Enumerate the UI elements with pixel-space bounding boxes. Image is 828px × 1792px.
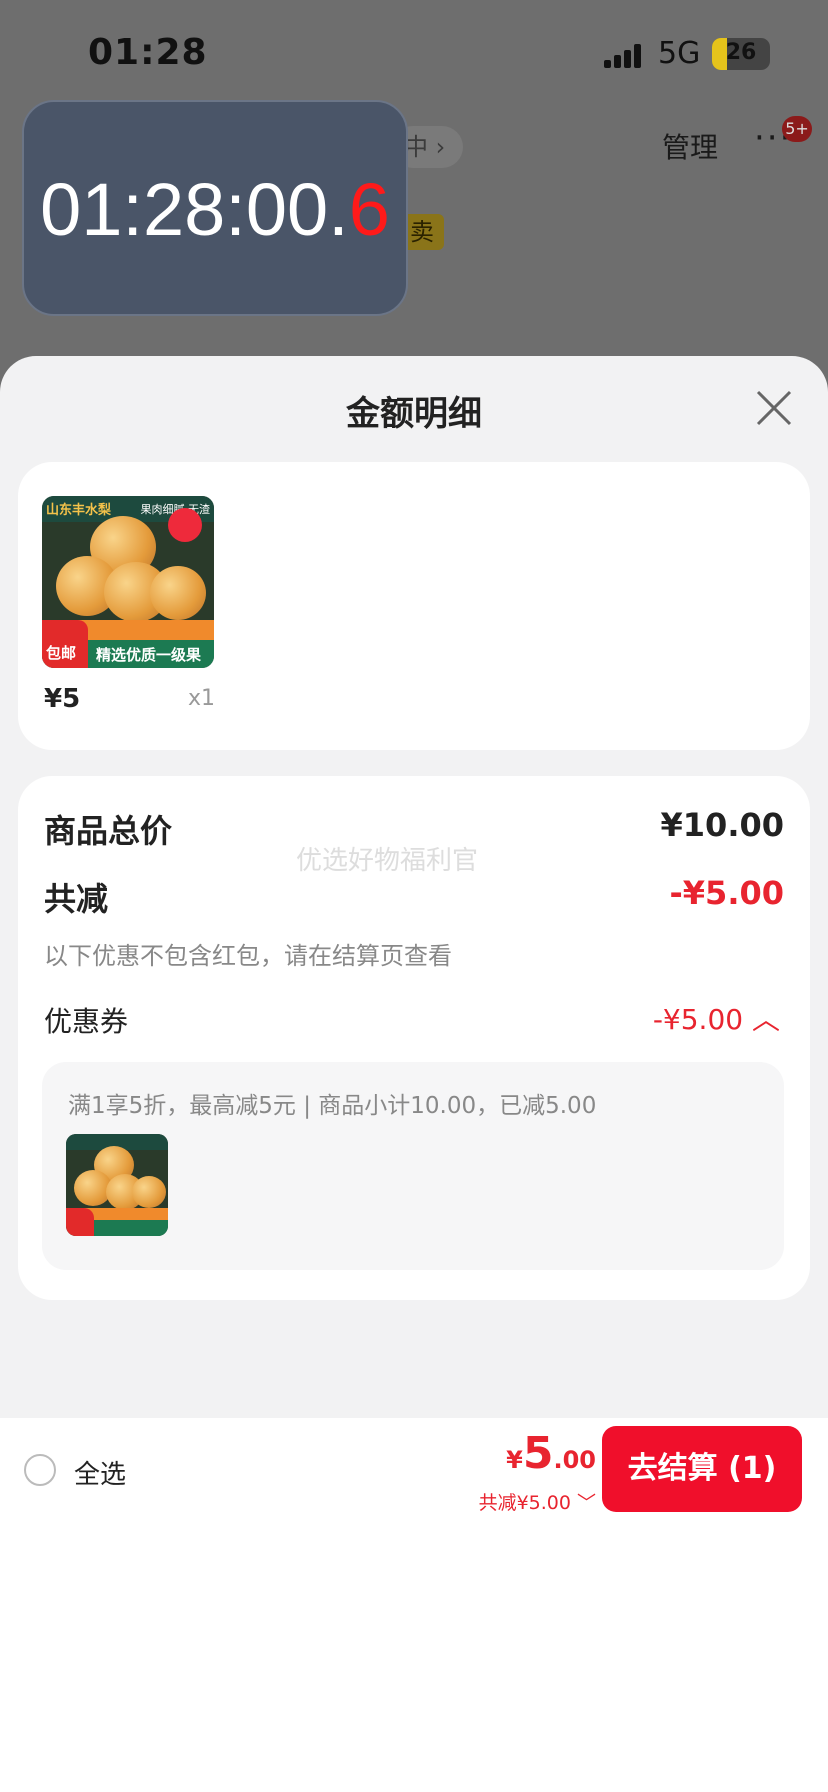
checkout-button[interactable]: 去结算 (1) [602, 1426, 802, 1512]
sheet-title: 金额明细 [346, 394, 482, 434]
total-dec: .00 [553, 1446, 596, 1474]
floating-timer[interactable]: 01:28:00.6 [22, 100, 408, 316]
notification-badge: 5+ [782, 116, 812, 142]
summary-card: 商品总价 ¥10.00 优选好物福利官 共减 -¥5.00 以下优惠不包含红包，… [18, 776, 810, 1300]
checkout-bar: 全选 ¥5.00 共减¥5.00 ﹀ 去结算 (1) [0, 1418, 828, 1524]
item-quantity: x1 [188, 686, 216, 711]
coupon-detail-box: 满1享5折，最高减5元 | 商品小计10.00，已减5.00 [42, 1062, 784, 1270]
select-all-checkbox[interactable] [24, 1454, 56, 1486]
item-price: ¥5 [44, 684, 81, 714]
currency-symbol: ¥ [506, 1446, 523, 1474]
coupon-label: 优惠券 [44, 1005, 129, 1038]
product-image[interactable]: 山东丰水梨 果肉细腻 无渣 精选优质一级果 包邮 [42, 496, 214, 668]
status-time: 01:28 [88, 32, 208, 73]
manage-button[interactable]: 管理 [662, 126, 718, 166]
timer-last-digit: 6 [348, 168, 390, 251]
discount-note: 以下优惠不包含红包，请在结算页查看 [44, 942, 452, 970]
total-price: ¥5.00 [506, 1428, 596, 1479]
home-indicator-area [0, 1524, 828, 1792]
check-badge-icon [168, 508, 202, 542]
total-int: 5 [522, 1428, 554, 1479]
total-label: 商品总价 [44, 812, 173, 850]
reduced-detail-toggle[interactable]: 共减¥5.00 ﹀ [479, 1488, 596, 1515]
reduce-label: 共减 [44, 880, 109, 918]
thumb-top-label: 山东丰水梨 [46, 503, 112, 518]
thumb-badge: 包邮 [46, 644, 77, 662]
select-all-label[interactable]: 全选 [74, 1454, 126, 1491]
close-icon[interactable] [752, 386, 796, 430]
timer-main: 01:28:00. [40, 168, 349, 251]
coupon-description: 满1享5折，最高减5元 | 商品小计10.00，已减5.00 [68, 1093, 597, 1119]
reduce-value: -¥5.00 [669, 874, 785, 912]
total-value: ¥10.00 [660, 806, 784, 844]
thumb-bottom-label: 精选优质一级果 [96, 646, 202, 664]
signal-icon [604, 42, 648, 68]
watermark: 优选好物福利官 [296, 846, 479, 876]
coupon-product-image [66, 1134, 168, 1236]
battery-icon: 26 [712, 38, 770, 70]
battery-level: 26 [725, 40, 757, 65]
item-card: 山东丰水梨 果肉细腻 无渣 精选优质一级果 包邮 ¥5 x1 [18, 462, 810, 750]
network-type: 5G [658, 36, 701, 71]
coupon-value-toggle[interactable]: -¥5.00 ︿ [653, 998, 780, 1038]
